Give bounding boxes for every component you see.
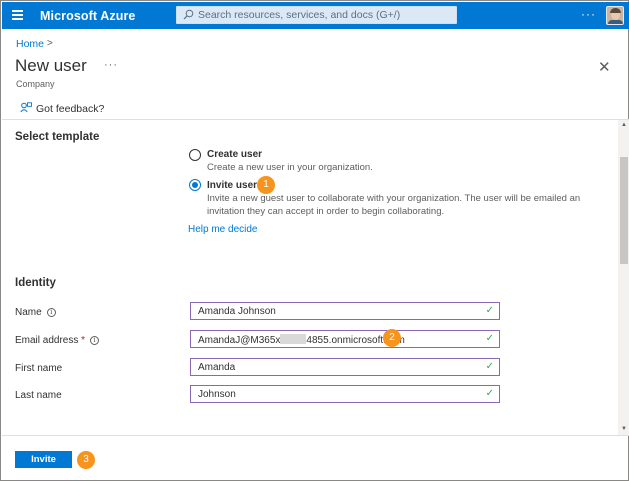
- valid-check-icon: ✓: [485, 361, 494, 372]
- first-name-field-label: First name: [15, 363, 63, 374]
- identity-heading: Identity: [15, 277, 56, 289]
- email-field-label: Email address * i: [15, 335, 100, 346]
- footer-divider: [2, 435, 629, 436]
- invite-user-description-line1: Invite a new guest user to collaborate w…: [207, 193, 581, 204]
- feedback-icon: [20, 102, 32, 113]
- page-subtitle: Company: [16, 79, 55, 89]
- callout-badge-2: 2: [383, 329, 401, 347]
- feedback-label: Got feedback?: [36, 103, 105, 115]
- breadcrumb-home[interactable]: Home: [16, 38, 44, 50]
- create-user-radio[interactable]: [189, 149, 201, 161]
- global-search-input[interactable]: Search resources, services, and docs (G+…: [176, 6, 457, 24]
- scrollbar-thumb[interactable]: [620, 157, 628, 264]
- valid-check-icon: ✓: [485, 333, 494, 344]
- header-divider: [2, 119, 629, 120]
- last-name-input-value: Johnson: [198, 389, 236, 400]
- name-input[interactable]: Amanda Johnson ✓: [190, 302, 500, 320]
- required-asterisk: *: [81, 335, 86, 346]
- page-title: New user: [15, 56, 87, 75]
- redacted-block: [280, 334, 307, 344]
- create-user-description: Create a new user in your organization.: [207, 162, 373, 173]
- create-user-label[interactable]: Create user: [207, 149, 262, 160]
- last-name-input[interactable]: Johnson ✓: [190, 385, 500, 403]
- name-field-label: Name i: [15, 307, 56, 318]
- feedback-link[interactable]: Got feedback?: [20, 101, 104, 115]
- info-icon[interactable]: i: [90, 336, 100, 345]
- valid-check-icon: ✓: [485, 305, 494, 316]
- email-value-prefix: AmandaJ@M365x: [198, 335, 281, 346]
- brand-title[interactable]: Microsoft Azure: [40, 9, 136, 23]
- email-address-input[interactable]: AmandaJ@M365x 4855.onmicrosoft.com ✓: [190, 330, 500, 348]
- select-template-heading: Select template: [15, 131, 100, 143]
- scroll-up-icon[interactable]: ▲: [621, 122, 627, 128]
- hamburger-menu-icon[interactable]: [12, 10, 23, 20]
- first-name-input[interactable]: Amanda ✓: [190, 358, 500, 376]
- help-me-decide-link[interactable]: Help me decide: [188, 224, 257, 235]
- close-icon[interactable]: ✕: [598, 58, 611, 76]
- info-icon[interactable]: i: [46, 308, 56, 317]
- name-input-value: Amanda Johnson: [198, 306, 276, 317]
- search-placeholder: Search resources, services, and docs (G+…: [198, 9, 401, 21]
- last-name-field-label: Last name: [15, 390, 62, 401]
- callout-badge-3: 3: [77, 451, 95, 469]
- search-icon: [183, 9, 194, 20]
- email-input-value: AmandaJ@M365x 4855.onmicrosoft.com: [198, 334, 405, 346]
- first-name-input-value: Amanda: [198, 362, 236, 373]
- more-options-icon[interactable]: ···: [581, 7, 596, 21]
- name-label-text: Name: [15, 307, 42, 318]
- page-more-icon[interactable]: ···: [104, 59, 118, 71]
- invite-user-radio[interactable]: [189, 179, 201, 191]
- vertical-scrollbar[interactable]: ▲ ▼: [618, 120, 629, 435]
- breadcrumb-chevron-icon: >: [47, 38, 53, 49]
- top-navigation-bar: Microsoft Azure Search resources, servic…: [2, 2, 629, 29]
- invite-user-description-line2: invitation they can accept in order to b…: [207, 206, 445, 217]
- scroll-down-icon[interactable]: ▼: [621, 426, 627, 432]
- user-avatar[interactable]: [606, 6, 624, 25]
- azure-portal-window: Microsoft Azure Search resources, servic…: [0, 0, 629, 481]
- invite-button[interactable]: Invite: [15, 451, 72, 468]
- email-label-text: Email address: [15, 335, 79, 346]
- valid-check-icon: ✓: [485, 388, 494, 399]
- invite-user-label[interactable]: Invite user: [207, 180, 257, 191]
